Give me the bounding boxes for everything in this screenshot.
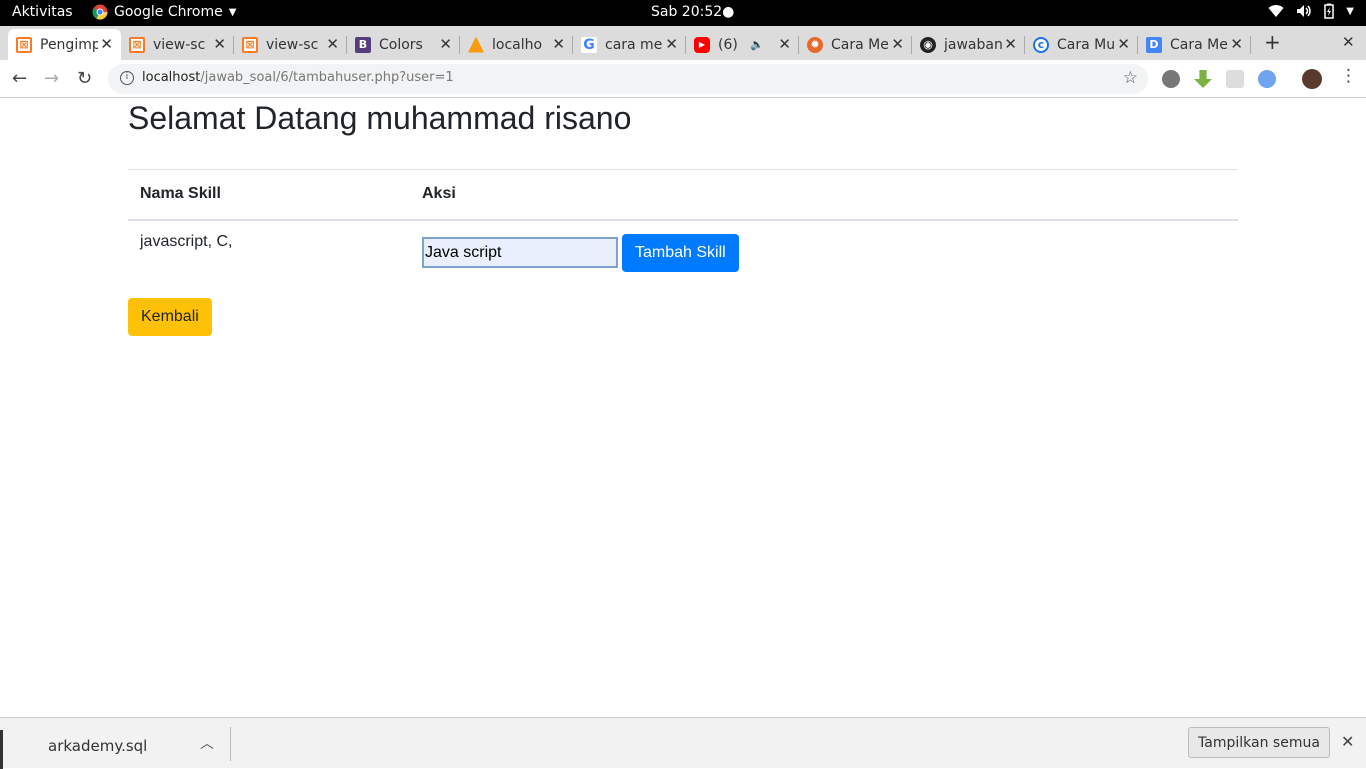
show-all-downloads-button[interactable]: Tampilkan semua xyxy=(1188,727,1330,758)
download-item[interactable]: arkademy.sql xyxy=(48,737,147,755)
new-tab-icon[interactable]: + xyxy=(1264,30,1281,54)
close-icon[interactable]: ✕ xyxy=(891,35,904,53)
blog-icon: ✹ xyxy=(807,36,823,53)
site-icon: c xyxy=(1033,36,1049,53)
activities-button[interactable]: Aktivitas xyxy=(12,4,73,20)
column-header-action: Aksi xyxy=(410,169,1238,221)
xampp-icon: ⊠ xyxy=(242,36,258,53)
tab-title: localho xyxy=(492,36,543,53)
close-icon[interactable]: ✕ xyxy=(665,35,678,53)
table-row: javascript, C, Tambah Skill xyxy=(128,220,1238,284)
tab[interactable]: ✹ Cara Me ✕ xyxy=(799,29,912,60)
battery-icon xyxy=(1324,3,1335,19)
bookmark-star-icon[interactable]: ☆ xyxy=(1123,68,1138,88)
chevron-up-icon[interactable]: ︿ xyxy=(200,733,214,753)
download-item-indicator xyxy=(0,730,3,769)
volume-icon xyxy=(1297,5,1312,17)
audio-playing-icon[interactable]: 🔈 xyxy=(750,38,764,51)
system-tray[interactable]: ▼ xyxy=(1268,3,1354,19)
tab-strip: ⊠ Pengimp ✕ ⊠ view-sc ✕ ⊠ view-sc ✕ B Co… xyxy=(0,26,1366,60)
notification-dot-icon: ● xyxy=(722,4,735,20)
tab[interactable]: ⊠ view-sc ✕ xyxy=(121,29,234,60)
xampp-icon: ⊠ xyxy=(129,36,145,53)
close-icon[interactable]: ✕ xyxy=(1117,35,1130,53)
skill-table: Nama Skill Aksi javascript, C, Tambah Sk… xyxy=(128,169,1238,284)
tab-title: view-sc xyxy=(266,36,319,53)
reload-icon[interactable]: ↻ xyxy=(77,68,92,89)
xampp-icon: ⊠ xyxy=(16,36,32,53)
tab[interactable]: c Cara Mu ✕ xyxy=(1025,29,1138,60)
chevron-down-icon: ▼ xyxy=(228,6,237,18)
back-button[interactable]: Kembali xyxy=(128,298,212,336)
tab-title: (6) xyxy=(718,36,738,53)
close-icon[interactable]: ✕ xyxy=(213,35,226,53)
grid-extension-icon[interactable] xyxy=(1226,70,1244,88)
close-icon[interactable]: ✕ xyxy=(439,35,452,53)
action-cell: Tambah Skill xyxy=(410,220,1238,284)
back-arrow-icon[interactable]: ← xyxy=(12,68,27,89)
skill-list-cell: javascript, C, xyxy=(140,232,233,250)
menu-kebab-icon[interactable]: ⋮ xyxy=(1340,66,1357,86)
app-menu[interactable]: Google Chrome ▼ xyxy=(92,4,236,20)
tab-title: Cara Me xyxy=(1170,36,1228,53)
tab[interactable]: G cara me ✕ xyxy=(573,29,686,60)
window-close-icon[interactable]: ✕ xyxy=(1342,33,1355,51)
tab[interactable]: localho ✕ xyxy=(460,29,573,60)
close-icon[interactable]: ✕ xyxy=(326,35,339,53)
download-extension-icon[interactable] xyxy=(1194,70,1212,88)
close-icon[interactable]: ✕ xyxy=(1230,35,1243,53)
chevron-down-icon: ▼ xyxy=(1346,5,1354,17)
youtube-icon: ▶ xyxy=(694,36,710,53)
skill-input[interactable] xyxy=(422,237,618,268)
tab[interactable]: ▶ (6) 🔈 ✕ xyxy=(686,29,799,60)
browser-toolbar: ← → ↻ i localhost/jawab_soal/6/tambahuse… xyxy=(0,60,1366,98)
tab[interactable]: ⊠ Pengimp ✕ xyxy=(8,29,121,60)
tab-title: Cara Me xyxy=(831,36,889,53)
tab-title: cara me xyxy=(605,36,663,53)
tab-title: Cara Mu xyxy=(1057,36,1115,53)
tab-title: Pengimp xyxy=(40,36,98,53)
close-icon[interactable]: ✕ xyxy=(1341,732,1354,751)
page-content: Selamat Datang muhammad risano Nama Skil… xyxy=(0,99,1366,717)
add-skill-button[interactable]: Tambah Skill xyxy=(622,233,739,272)
close-icon[interactable]: ✕ xyxy=(1004,35,1017,53)
profile-avatar[interactable] xyxy=(1302,69,1322,89)
wifi-icon xyxy=(1268,5,1284,18)
clock[interactable]: Sab 20:52● xyxy=(651,4,734,20)
phpmyadmin-icon xyxy=(468,36,484,53)
address-bar[interactable]: i localhost/jawab_soal/6/tambahuser.php?… xyxy=(108,64,1148,94)
close-icon[interactable]: ✕ xyxy=(552,35,565,53)
chrome-icon xyxy=(92,4,108,20)
tab-separator xyxy=(1250,36,1251,54)
forward-arrow-icon[interactable]: → xyxy=(44,68,59,89)
bootstrap-icon: B xyxy=(355,36,371,53)
table-header-row: Nama Skill Aksi xyxy=(128,169,1238,221)
info-icon[interactable]: i xyxy=(120,71,134,85)
system-top-bar: Aktivitas Google Chrome ▼ Sab 20:52● ▼ xyxy=(0,0,1366,26)
download-shelf: arkademy.sql ︿ Tampilkan semua ✕ xyxy=(0,717,1366,769)
divider xyxy=(230,727,231,761)
github-icon: ◉ xyxy=(920,36,936,53)
google-icon: G xyxy=(581,36,597,53)
url-text[interactable]: localhost/jawab_soal/6/tambahuser.php?us… xyxy=(142,70,454,85)
d-icon: D xyxy=(1146,36,1162,53)
settings-extension-icon[interactable] xyxy=(1162,70,1180,88)
tab[interactable]: ◉ jawaban ✕ xyxy=(912,29,1025,60)
tab[interactable]: D Cara Me ✕ xyxy=(1138,29,1251,60)
close-icon[interactable]: ✕ xyxy=(100,35,113,53)
close-icon[interactable]: ✕ xyxy=(778,35,791,53)
extension-icon[interactable] xyxy=(1258,70,1276,88)
tab-title: view-sc xyxy=(153,36,206,53)
app-name: Google Chrome xyxy=(114,4,223,20)
page-title: Selamat Datang muhammad risano xyxy=(128,100,632,136)
tab-title: jawaban xyxy=(944,36,1002,53)
tab-title: Colors xyxy=(379,36,423,53)
tab[interactable]: ⊠ view-sc ✕ xyxy=(234,29,347,60)
column-header-skill-name: Nama Skill xyxy=(128,169,410,221)
tab[interactable]: B Colors ✕ xyxy=(347,29,460,60)
